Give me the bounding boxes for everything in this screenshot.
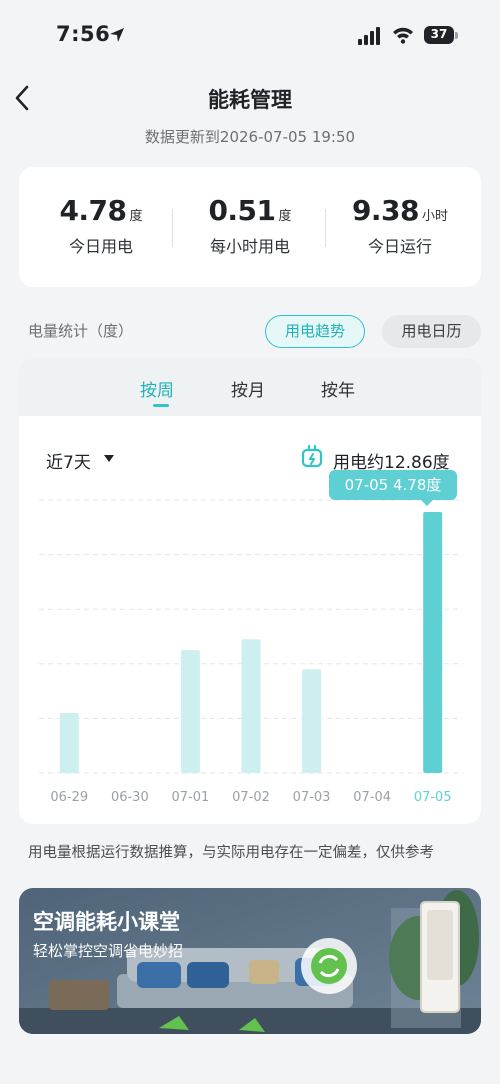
bar-07-05[interactable] [423,512,443,773]
x-tick-label: 06-29 [50,790,88,805]
usage-calendar-button[interactable]: 用电日历 [382,315,481,348]
stat-value: 4.78 [59,194,127,227]
bar-07-02[interactable] [241,639,261,773]
disclaimer-text: 用电量根据运行数据推算，与实际用电存在一定偏差，仅供参考 [28,845,434,861]
battery-level: 37 [430,27,448,41]
banner-title: 空调能耗小课堂 [33,910,180,934]
battery-tip [455,32,458,39]
stat-hourly-usage: 0.51 度 每小时用电 [175,193,325,257]
x-tick-label: 07-03 [293,790,331,805]
energy-summary-card: 4.78 度 今日用电 0.51 度 每小时用电 9.38 小时 今日运行 [19,167,481,287]
tooltip-arrow [421,500,433,506]
status-time: 7:56 [56,22,111,46]
banner-subtitle: 轻松掌控空调省电妙招 [33,942,184,960]
stat-today-runtime: 9.38 小时 今日运行 [325,193,475,257]
page-title: 能耗管理 [208,88,292,112]
bar-07-03[interactable] [302,669,322,773]
x-tick-label: 07-02 [232,790,270,805]
wifi-icon [393,27,413,44]
bar-07-01[interactable] [180,650,200,773]
stat-unit: 小时 [422,209,449,224]
x-tick-label: 06-30 [111,790,149,805]
stat-value: 9.38 [351,194,420,227]
stat-unit: 度 [278,209,292,224]
cellular-signal-icon [358,27,380,45]
usage-chart-card: 按周 按月 按年 近7天 用电约12.86度 06-29 06-30 07-01 07… [19,358,481,824]
battery-icon: 37 [424,26,454,44]
x-tick-label: 07-05 [414,790,452,805]
bar-06-29[interactable] [59,712,79,773]
status-bar: 7:56 37 [0,0,500,70]
usage-bar-chart: 06-29 06-30 07-01 07-02 07-03 07-04 07-05 [39,499,463,805]
stat-label: 今日运行 [367,237,432,256]
section-label: 电量统计（度） [28,322,134,340]
x-tick-label: 07-01 [172,790,210,805]
divider [172,209,173,247]
stat-label: 每小时用电 [209,237,290,256]
stat-value: 0.51 [208,194,276,227]
data-update-time: 数据更新到2026-07-05 19:50 [144,128,356,146]
stat-unit: 度 [129,209,143,224]
stat-today-usage: 4.78 度 今日用电 [26,193,176,257]
location-arrow-icon [110,28,124,42]
x-tick-label: 07-04 [353,790,391,805]
stat-label: 今日用电 [68,237,133,256]
energy-tips-banner[interactable]: 空调能耗小课堂 轻松掌控空调省电妙招 [19,888,481,1034]
usage-trend-button[interactable]: 用电趋势 [265,315,365,348]
bar-tooltip: 07-05 4.78度 [329,470,457,500]
